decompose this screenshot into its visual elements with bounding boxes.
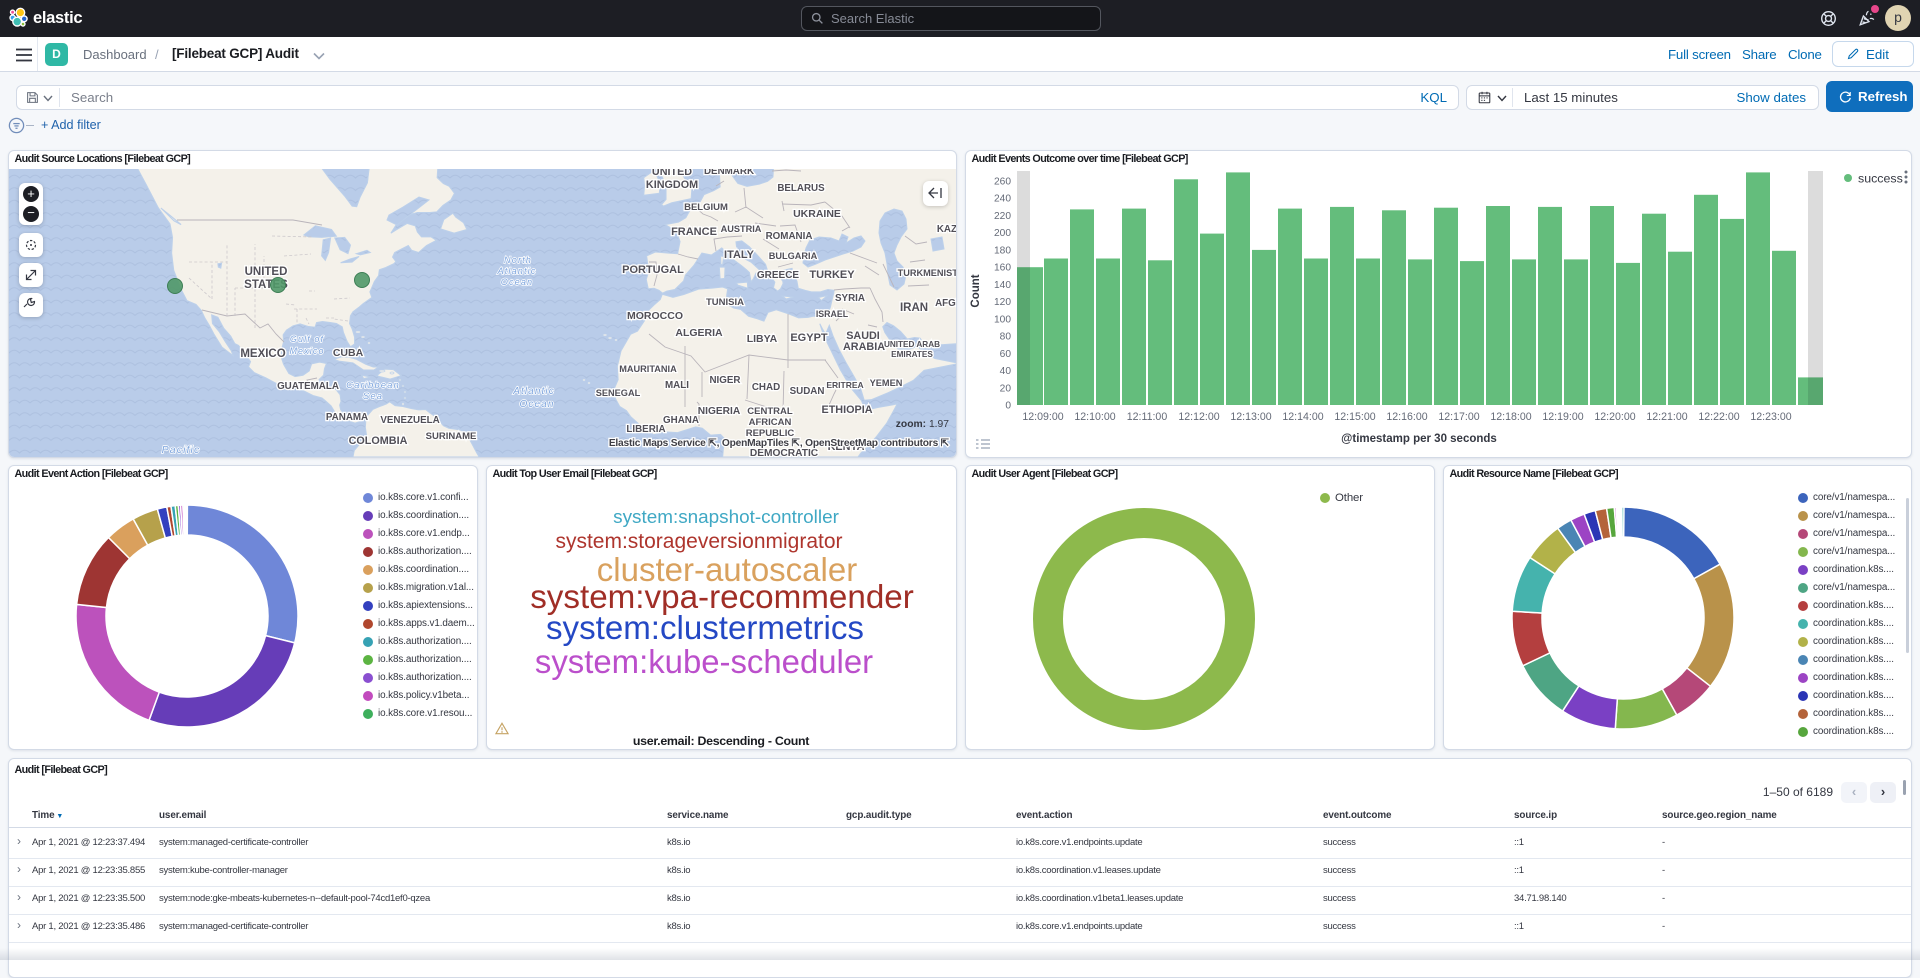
svg-text:80: 80 [1000, 332, 1012, 343]
svg-text:20: 20 [1000, 383, 1012, 394]
svg-text:140: 140 [994, 280, 1011, 291]
svg-text:180: 180 [994, 245, 1011, 256]
svg-text:260: 260 [994, 177, 1011, 188]
svg-text:TURKEY: TURKEY [809, 269, 855, 281]
svg-text:ETHIOPIA: ETHIOPIA [822, 404, 873, 416]
svg-text:DEMOCRATIC: DEMOCRATIC [750, 448, 819, 458]
svg-text:UNITED ARAB: UNITED ARAB [884, 340, 940, 349]
svg-text:200: 200 [994, 228, 1011, 239]
svg-text:60: 60 [1000, 349, 1012, 360]
svg-text:zoom: 1.97: zoom: 1.97 [896, 419, 949, 430]
svg-text:12:23:00: 12:23:00 [1750, 411, 1791, 423]
svg-text:SURINAME: SURINAME [426, 431, 477, 442]
svg-text:ERITREA: ERITREA [826, 380, 863, 390]
svg-text:NIGERIA: NIGERIA [698, 406, 741, 417]
svg-text:MAURITANIA: MAURITANIA [619, 364, 677, 374]
svg-text:FRANCE: FRANCE [671, 226, 717, 238]
svg-text:12:20:00: 12:20:00 [1594, 411, 1635, 423]
svg-text:UNITED: UNITED [652, 169, 692, 178]
svg-text:KAZAK: KAZAK [937, 224, 956, 235]
svg-text:ARABIA: ARABIA [843, 341, 885, 353]
svg-text:Ocean: Ocean [520, 399, 555, 410]
svg-text:12:09:00: 12:09:00 [1022, 411, 1063, 423]
svg-text:success: success [1858, 172, 1903, 186]
svg-text:TURKMENISTAN: TURKMENISTAN [898, 268, 956, 278]
svg-text:EMIRATES: EMIRATES [891, 350, 933, 359]
svg-text:12:18:00: 12:18:00 [1490, 411, 1531, 423]
svg-text:UNITED: UNITED [245, 266, 288, 278]
svg-text:ISRAEL: ISRAEL [816, 309, 849, 319]
svg-text:240: 240 [994, 194, 1011, 205]
svg-text:GUATEMALA: GUATEMALA [277, 381, 339, 392]
svg-text:12:19:00: 12:19:00 [1542, 411, 1583, 423]
svg-text:MOROCCO: MOROCCO [627, 310, 683, 322]
svg-text:EGYPT: EGYPT [790, 332, 828, 344]
svg-text:CUBA: CUBA [333, 347, 364, 359]
svg-text:AFRICAN: AFRICAN [749, 417, 792, 428]
svg-text:ALGERIA: ALGERIA [675, 327, 723, 339]
svg-text:VENEZUELA: VENEZUELA [380, 415, 439, 426]
svg-text:12:10:00: 12:10:00 [1074, 411, 1115, 423]
svg-text:Atlantic: Atlantic [512, 386, 555, 397]
svg-text:SENEGAL: SENEGAL [596, 388, 641, 398]
svg-text:Count: Count [970, 274, 982, 307]
svg-text:UKRAINE: UKRAINE [793, 208, 841, 220]
svg-text:12:15:00: 12:15:00 [1334, 411, 1375, 423]
svg-text:NIGER: NIGER [709, 375, 740, 386]
svg-text:12:14:00: 12:14:00 [1282, 411, 1323, 423]
svg-text:12:13:00: 12:13:00 [1230, 411, 1271, 423]
svg-text:IRAN: IRAN [900, 302, 928, 314]
svg-text:12:22:00: 12:22:00 [1698, 411, 1739, 423]
svg-text:PANAMA: PANAMA [326, 412, 368, 423]
svg-text:Gulf of: Gulf of [290, 334, 325, 344]
svg-text:BELARUS: BELARUS [777, 183, 825, 194]
svg-text:12:16:00: 12:16:00 [1386, 411, 1427, 423]
svg-text:AFGH: AFGH [935, 298, 956, 309]
svg-text:TUNISIA: TUNISIA [706, 297, 744, 308]
svg-text:Sea: Sea [363, 391, 383, 402]
svg-text:LIBYA: LIBYA [747, 333, 778, 345]
svg-text:AUSTRIA: AUSTRIA [721, 224, 762, 234]
svg-text:North: North [504, 255, 532, 265]
svg-text:PORTUGAL: PORTUGAL [622, 264, 684, 276]
svg-text:12:12:00: 12:12:00 [1178, 411, 1219, 423]
svg-text:@timestamp per 30 seconds: @timestamp per 30 seconds [1341, 433, 1497, 445]
svg-text:160: 160 [994, 263, 1011, 274]
svg-text:12:11:00: 12:11:00 [1127, 411, 1168, 423]
svg-text:12:17:00: 12:17:00 [1438, 411, 1479, 423]
svg-text:SUDAN: SUDAN [790, 386, 825, 397]
svg-text:YEMEN: YEMEN [870, 378, 903, 388]
svg-text:MALI: MALI [665, 380, 689, 391]
svg-text:BULGARIA: BULGARIA [769, 251, 818, 261]
svg-text:CENTRAL: CENTRAL [747, 406, 793, 417]
svg-text:COLOMBIA: COLOMBIA [349, 435, 408, 447]
svg-text:Pacific: Pacific [162, 444, 201, 456]
svg-text:0: 0 [1005, 401, 1011, 412]
svg-text:100: 100 [994, 314, 1011, 325]
svg-text:Elastic Maps Service ⇱, OpenMa: Elastic Maps Service ⇱, OpenMapTiles ⇱, … [609, 438, 950, 449]
svg-text:BELGIUM: BELGIUM [684, 202, 728, 213]
svg-text:SYRIA: SYRIA [835, 293, 865, 304]
svg-text:220: 220 [994, 211, 1011, 222]
svg-text:KINGDOM: KINGDOM [646, 179, 698, 191]
svg-text:ROMANIA: ROMANIA [766, 231, 813, 242]
svg-text:Mexico: Mexico [289, 346, 324, 356]
svg-text:Ocean: Ocean [501, 277, 534, 287]
svg-text:Caribbean: Caribbean [346, 380, 400, 391]
svg-text:DENMARK: DENMARK [704, 169, 754, 177]
svg-text:CHAD: CHAD [752, 382, 780, 393]
svg-text:120: 120 [994, 297, 1011, 308]
svg-text:ITALY: ITALY [724, 249, 755, 261]
svg-text:Atlantic: Atlantic [497, 266, 537, 276]
svg-text:LIBERIA: LIBERIA [626, 424, 665, 435]
svg-text:MEXICO: MEXICO [240, 348, 285, 360]
svg-text:GREECE: GREECE [757, 270, 800, 281]
svg-text:GHANA: GHANA [663, 415, 699, 426]
svg-text:40: 40 [1000, 366, 1012, 377]
svg-text:12:21:00: 12:21:00 [1646, 411, 1687, 423]
